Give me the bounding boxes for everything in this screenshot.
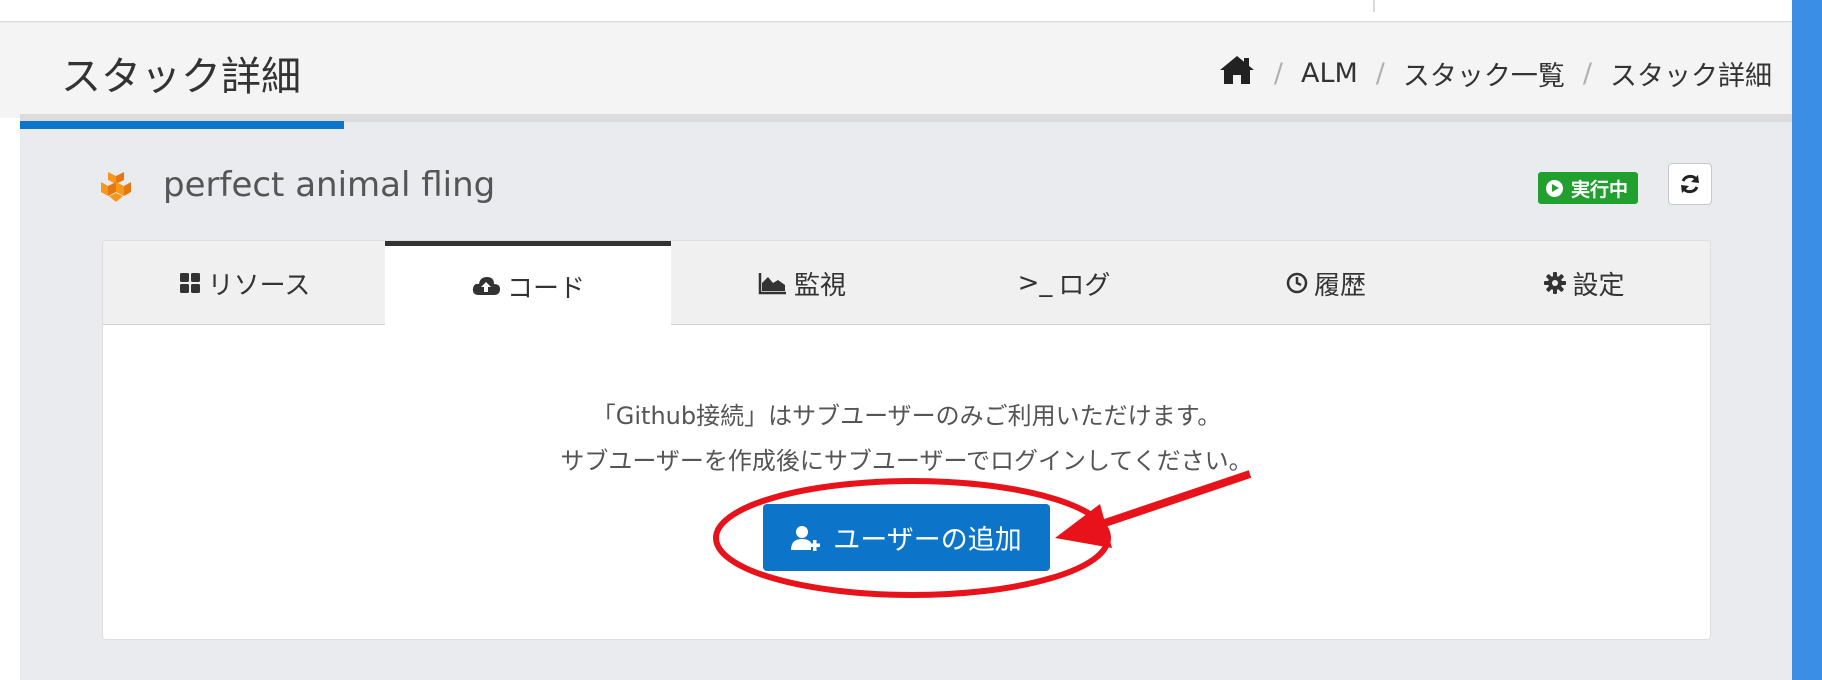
status-label: 実行中 [1571,178,1629,201]
play-icon [1546,179,1563,197]
breadcrumb-separator: / [1273,57,1283,89]
breadcrumb-separator: / [1375,57,1385,89]
right-scroll-edge [1792,0,1822,680]
breadcrumb-home[interactable] [1218,54,1256,93]
top-bar-divider [1373,0,1375,12]
github-info-message: 「Github接続」はサブユーザーのみご利用いただけます。 [591,402,1222,430]
tab-monitoring[interactable]: 監視 [671,241,933,325]
refresh-button[interactable] [1668,163,1712,205]
page-title: スタック詳細 [61,54,301,100]
tab-label: ログ [1058,270,1111,301]
tab-label: コード [506,273,585,304]
header-accent-bar [20,121,344,129]
tab-resources[interactable]: リソース [103,241,385,325]
gear-icon [1544,272,1567,294]
tab-code[interactable]: コード [385,241,671,327]
status-badge: 実行中 [1538,172,1639,204]
left-sidebar-edge-header [0,23,20,118]
grid-icon [179,273,200,293]
tab-label: 履歴 [1313,270,1366,301]
aws-cube-icon [101,172,131,202]
tab-settings[interactable]: 設定 [1457,241,1710,325]
breadcrumb-item-alm[interactable]: ALM [1301,58,1358,89]
home-icon [1219,55,1254,84]
add-user-label: ユーザーの追加 [833,525,1022,556]
breadcrumb-item-stack-detail: スタック詳細 [1610,60,1772,92]
tab-label: 監視 [793,270,846,301]
breadcrumb-separator: / [1582,57,1592,89]
stack-name: perfect animal fling [163,165,496,205]
login-instruction-message: サブユーザーを作成後にサブユーザーでログインしてください。 [560,447,1253,475]
top-bar [0,0,1792,22]
stack-detail-panel: リソース コード 監視 >_ ログ 履歴 設定 「Github接続」はサブユーザ… [102,240,1711,640]
left-sidebar-edge [0,23,20,680]
breadcrumb: / ALM / スタック一覧 / スタック詳細 [1218,53,1772,93]
cloud-upload-icon [472,277,500,295]
user-plus-icon [791,525,821,551]
tab-label: リソース [207,270,311,301]
breadcrumb-item-stack-list[interactable]: スタック一覧 [1403,54,1565,93]
tab-label: 設定 [1572,270,1625,301]
tab-logs[interactable]: >_ ログ [933,241,1195,325]
tab-history[interactable]: 履歴 [1195,241,1457,325]
area-chart-icon [758,273,786,295]
clock-icon [1286,272,1308,294]
refresh-icon [1681,174,1699,194]
add-user-button[interactable]: ユーザーの追加 [763,504,1050,571]
terminal-icon: >_ [1017,268,1053,298]
tab-bar: リソース コード 監視 >_ ログ 履歴 設定 [103,241,1710,327]
